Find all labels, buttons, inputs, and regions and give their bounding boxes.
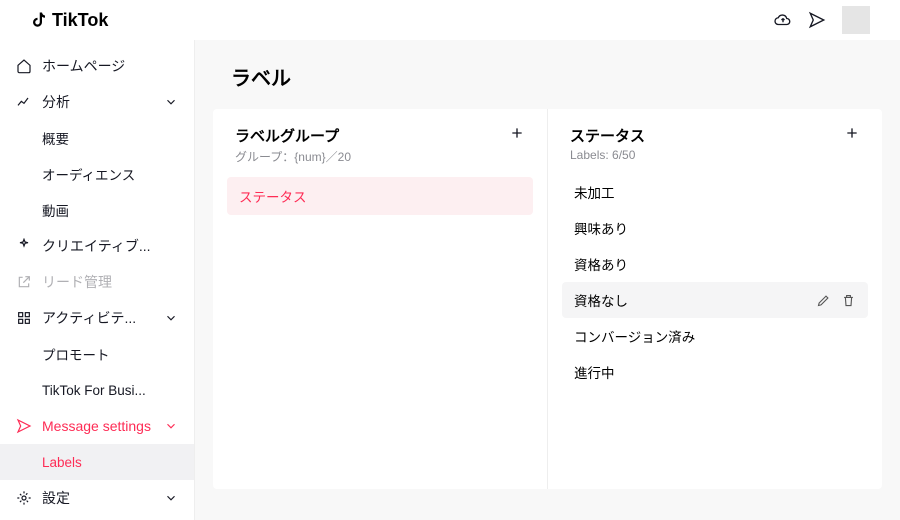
delete-icon[interactable] (841, 293, 856, 308)
analytics-icon (16, 94, 32, 110)
nav-label: アクティビテ... (42, 308, 136, 328)
avatar[interactable] (842, 6, 870, 34)
label-item[interactable]: 興味あり (562, 210, 868, 246)
group-item[interactable]: ステータス (227, 177, 533, 215)
topbar-actions (774, 6, 870, 34)
nav-label: ホームページ (42, 56, 125, 76)
label-item[interactable]: 未加工 (562, 174, 868, 210)
groups-list: ステータス (235, 177, 525, 215)
send-icon (16, 418, 32, 434)
nav-labels[interactable]: Labels (0, 444, 194, 480)
label-item-actions (816, 293, 856, 308)
brand-logo[interactable]: TikTok (30, 10, 108, 31)
label-item-name: コンバージョン済み (574, 326, 695, 346)
labels-panel: ステータス Labels: 6/50 未加工興味あり資格あり資格なしコンバージョ… (547, 109, 882, 489)
chevron-down-icon (164, 491, 178, 505)
label-item[interactable]: 進行中 (562, 354, 868, 390)
nav-label: 分析 (42, 92, 70, 112)
label-item-name: 興味あり (574, 218, 628, 238)
nav-label: TikTok For Busi... (42, 383, 146, 398)
nav-label: Message settings (42, 418, 151, 434)
nav-label: Labels (42, 455, 82, 470)
grid-icon (16, 310, 32, 326)
nav-settings[interactable]: 設定 (0, 480, 194, 516)
panels: ラベルグループ グループ：{num}／20 ステータス ステータス Labels… (213, 109, 882, 489)
home-icon (16, 58, 32, 74)
groups-panel: ラベルグループ グループ：{num}／20 ステータス (213, 109, 547, 489)
label-item-name: 進行中 (574, 362, 615, 382)
main-content: ラベル ラベルグループ グループ：{num}／20 ステータス ステータス La… (195, 40, 900, 520)
nav-analytics-video[interactable]: 動画 (0, 192, 194, 228)
nav-label: 概要 (42, 128, 69, 148)
groups-panel-title: ラベルグループ (235, 125, 339, 146)
external-icon (16, 274, 32, 290)
labels-list: 未加工興味あり資格あり資格なしコンバージョン済み進行中 (570, 174, 860, 390)
nav-activity-promote[interactable]: プロモート (0, 336, 194, 372)
top-bar: TikTok (0, 0, 900, 40)
label-item-name: 資格あり (574, 254, 628, 274)
send-icon[interactable] (808, 11, 826, 29)
label-item[interactable]: コンバージョン済み (562, 318, 868, 354)
nav-label: プロモート (42, 344, 110, 364)
labels-panel-title: ステータス (570, 125, 645, 146)
tiktok-icon (30, 11, 48, 29)
nav-label: クリエイティブ... (42, 236, 151, 256)
nav-analytics-overview[interactable]: 概要 (0, 120, 194, 156)
label-item[interactable]: 資格なし (562, 282, 868, 318)
brand-name: TikTok (52, 10, 108, 31)
gear-icon (16, 490, 32, 506)
sidebar: ホームページ 分析 概要 オーディエンス 動画 クリエイティブ... リード管理… (0, 40, 195, 520)
nav-label: オーディエンス (42, 164, 135, 184)
nav-label: 設定 (42, 488, 70, 508)
label-item[interactable]: 資格あり (562, 246, 868, 282)
nav-activity[interactable]: アクティビテ... (0, 300, 194, 336)
page-title: ラベル (231, 62, 882, 91)
nav-creative[interactable]: クリエイティブ... (0, 228, 194, 264)
sparkle-icon (16, 238, 32, 254)
chevron-down-icon (164, 311, 178, 325)
nav-analytics[interactable]: 分析 (0, 84, 194, 120)
add-label-button[interactable] (844, 125, 860, 141)
nav-home[interactable]: ホームページ (0, 48, 194, 84)
chevron-down-icon (164, 95, 178, 109)
edit-icon[interactable] (816, 293, 831, 308)
nav-analytics-audience[interactable]: オーディエンス (0, 156, 194, 192)
groups-panel-sub: グループ：{num}／20 (235, 148, 525, 165)
add-group-button[interactable] (509, 125, 525, 141)
nav-leads: リード管理 (0, 264, 194, 300)
cloud-upload-icon[interactable] (774, 11, 792, 29)
nav-activity-tt4b[interactable]: TikTok For Busi... (0, 372, 194, 408)
nav-message-settings[interactable]: Message settings (0, 408, 194, 444)
labels-panel-sub: Labels: 6/50 (570, 148, 860, 162)
chevron-down-icon (164, 419, 178, 433)
label-item-name: 資格なし (574, 290, 628, 310)
label-item-name: 未加工 (574, 182, 615, 202)
nav-label: リード管理 (42, 272, 112, 292)
nav-label: 動画 (42, 200, 69, 220)
